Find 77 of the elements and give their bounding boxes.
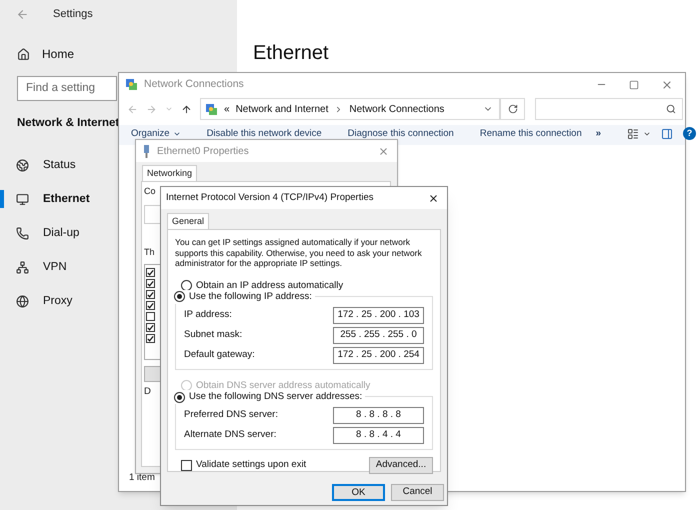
- monitor-icon: [16, 192, 29, 206]
- address-bar[interactable]: « Network and Internet Network Connections: [200, 98, 500, 120]
- nav-item[interactable]: Status: [0, 148, 100, 182]
- adapter-icon: [142, 144, 151, 158]
- ip-address-field[interactable]: 8 . 8 . 4 . 4: [333, 427, 424, 444]
- field-label: Alternate DNS server:: [184, 428, 276, 442]
- checkbox[interactable]: [146, 312, 155, 321]
- nav-item[interactable]: VPN: [0, 250, 100, 284]
- command-link[interactable]: Diagnose this connection: [348, 127, 454, 142]
- checkbox[interactable]: [146, 334, 155, 343]
- up-icon[interactable]: [181, 104, 192, 114]
- radio-button[interactable]: [174, 392, 185, 403]
- field-label: IP address:: [184, 308, 232, 322]
- breadcrumb-item[interactable]: Network Connections: [349, 102, 444, 116]
- radio-label: Obtain an IP address automatically: [196, 278, 344, 292]
- nav-item[interactable]: Proxy: [0, 284, 100, 318]
- dialog-title: Internet Protocol Version 4 (TCP/IPv4) Properties: [166, 190, 374, 205]
- field-label: Default gateway:: [184, 348, 255, 362]
- connect-label: Co: [144, 185, 156, 198]
- advanced-button[interactable]: Advanced...: [369, 457, 433, 474]
- ip-address-field[interactable]: 255 . 255 . 255 . 0: [333, 326, 424, 344]
- checkbox-label: Validate settings upon exit: [196, 458, 306, 472]
- items-label: Th: [144, 246, 155, 258]
- window-title: Ethernet0 Properties: [157, 144, 249, 158]
- globe-icon: [16, 158, 29, 172]
- search-field[interactable]: [535, 98, 683, 120]
- checkbox[interactable]: [146, 323, 155, 332]
- window-title: Settings: [53, 6, 93, 22]
- intro-text: You can get IP settings assigned automatically if your network supports this capability. Otherwise, you need to ask your network administrator for the appropriate IP settings.: [175, 237, 423, 268]
- ip-address-field[interactable]: 172 . 25 . 200 . 103: [333, 306, 424, 324]
- checkbox[interactable]: [146, 290, 155, 299]
- home-link[interactable]: Home: [42, 45, 74, 63]
- checkbox[interactable]: [146, 268, 155, 277]
- radio-button[interactable]: [174, 291, 185, 302]
- field-label: Subnet mask:: [184, 328, 242, 342]
- radio-label: Use the following DNS server addresses:: [189, 390, 362, 404]
- nav-item[interactable]: Ethernet: [0, 182, 100, 216]
- search-icon: [666, 104, 676, 114]
- description-label: D: [144, 385, 151, 399]
- refresh-button[interactable]: [500, 98, 525, 120]
- command-link[interactable]: Rename this connection: [480, 127, 582, 142]
- refresh-icon: [508, 104, 518, 114]
- window-title: Network Connections: [144, 76, 244, 92]
- nav-item[interactable]: Dial-up: [0, 216, 100, 250]
- help-button[interactable]: ?: [683, 127, 696, 140]
- phone-icon: [16, 226, 29, 240]
- breadcrumb-item[interactable]: Network and Internet: [236, 102, 328, 116]
- ip-address-field[interactable]: 172 . 25 . 200 . 254: [333, 346, 424, 364]
- status-text: 1 item: [129, 470, 155, 485]
- preview-pane-icon[interactable]: [661, 128, 674, 140]
- more-commands[interactable]: »: [596, 127, 602, 142]
- breadcrumb-overflow[interactable]: «: [224, 102, 230, 116]
- page-title: Ethernet: [253, 42, 329, 64]
- checkbox[interactable]: [146, 279, 155, 288]
- ip-address-field[interactable]: 8 . 8 . 8 . 8: [333, 407, 424, 424]
- checkbox[interactable]: [146, 301, 155, 310]
- checkbox[interactable]: [181, 460, 192, 471]
- command-link[interactable]: Disable this network device: [206, 127, 322, 142]
- network-icon: [16, 260, 29, 274]
- view-options-icon[interactable]: [627, 128, 640, 140]
- dialog-button[interactable]: OK: [332, 484, 385, 501]
- globe-icon: [16, 294, 29, 308]
- tab[interactable]: Networking: [142, 165, 198, 181]
- network-folder-icon: [205, 102, 218, 116]
- dialog-button[interactable]: Cancel: [391, 484, 444, 501]
- search-field[interactable]: Find a setting: [17, 76, 117, 101]
- network-folder-icon: [125, 78, 138, 91]
- home-icon[interactable]: [17, 48, 30, 60]
- field-label: Preferred DNS server:: [184, 408, 278, 422]
- close-icon[interactable]: [428, 192, 439, 204]
- radio-label: Obtain DNS server address automatically: [196, 378, 370, 392]
- radio-button[interactable]: [181, 280, 192, 292]
- radio-label: Use the following IP address:: [189, 290, 312, 304]
- organize-menu[interactable]: Organize: [131, 127, 181, 142]
- maximize-icon[interactable]: [629, 80, 639, 90]
- tab[interactable]: General: [167, 213, 210, 229]
- section-heading: Network & Internet: [17, 116, 120, 131]
